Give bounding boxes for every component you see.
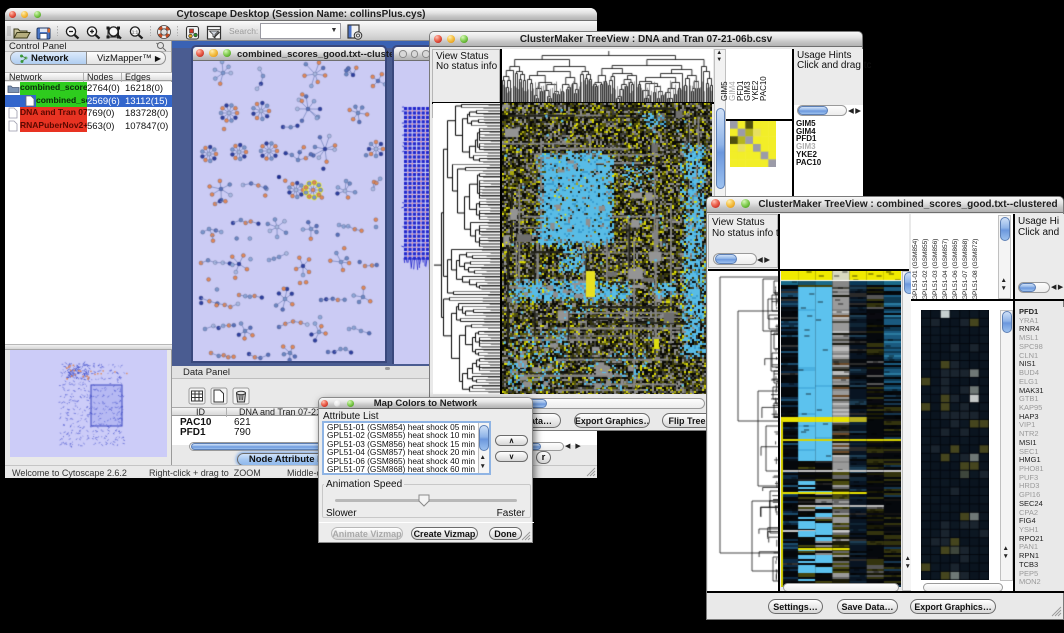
svg-text:1:1: 1:1 [132, 30, 139, 35]
